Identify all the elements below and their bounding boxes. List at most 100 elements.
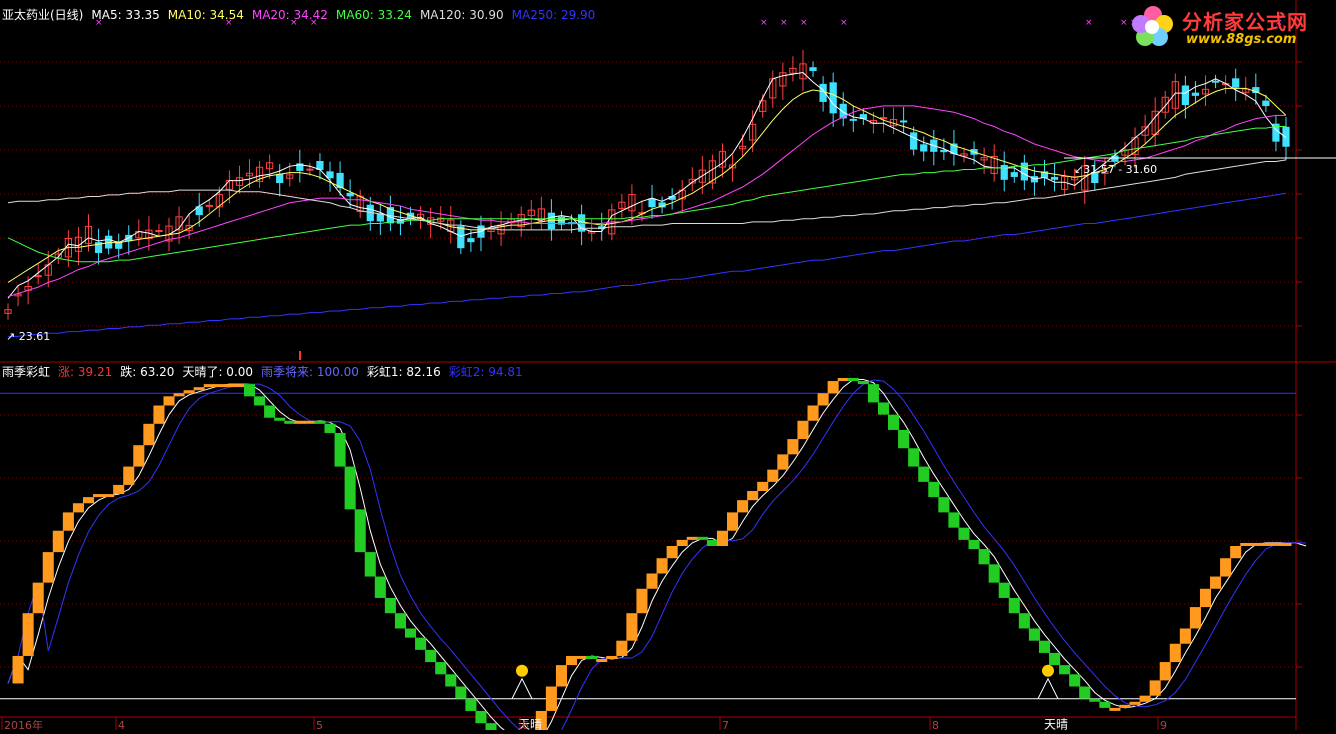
rainbow-block	[737, 500, 749, 513]
flower-icon	[1132, 6, 1173, 46]
rainbow-block	[203, 384, 215, 388]
rainbow-block	[777, 454, 789, 470]
sun-icon	[1042, 664, 1054, 677]
rainbow-block	[284, 420, 296, 424]
signal-marker: ×	[800, 18, 808, 28]
rainbow-block	[938, 497, 950, 513]
candle-body	[316, 161, 324, 170]
rainbow-block	[415, 637, 427, 650]
rainbow-block	[133, 445, 145, 467]
ma-line-ma5	[7, 71, 1287, 299]
candle-body	[648, 198, 656, 208]
ma10-label: MA10: 34.54	[167, 8, 244, 22]
x-tick-label: 5	[316, 719, 323, 730]
rainbow-block	[465, 698, 477, 711]
rainbow-block	[163, 396, 175, 406]
rainbow-block	[555, 665, 567, 687]
ma120-label: MA120: 30.90	[419, 8, 504, 22]
signal-marker: ×	[1120, 18, 1128, 28]
rainbow-block	[334, 432, 346, 467]
rainbow-block	[1189, 607, 1201, 629]
rainbow-block	[1099, 701, 1111, 708]
rainbow-block	[696, 536, 708, 540]
sunny-peak	[511, 677, 533, 699]
rainbow2-label: 彩虹2: 94.81	[448, 365, 523, 379]
rainbow-block	[1028, 628, 1040, 641]
rainbow-block	[1079, 686, 1091, 699]
rainbow-block	[354, 509, 366, 553]
rainbow-block	[143, 423, 155, 446]
rainbow-block	[908, 448, 920, 467]
rainbow-block	[1008, 597, 1020, 614]
rainbow-block	[1270, 542, 1282, 546]
rainbow-block	[1038, 640, 1051, 653]
indicator-title: 雨季彩虹	[2, 365, 51, 379]
rainbow-block	[565, 655, 578, 666]
x-tick-label: 6	[522, 719, 529, 730]
rainbow-block	[1069, 674, 1081, 687]
rainbow-block	[103, 494, 115, 498]
rainbow-block	[1260, 542, 1272, 546]
candle-body	[457, 226, 465, 249]
rainbow-block	[294, 420, 306, 424]
rainbow-block	[1199, 588, 1212, 608]
candle-body	[376, 213, 384, 222]
rainbow-block	[1089, 698, 1101, 702]
rainy-label: 雨季将来: 100.00	[261, 365, 359, 379]
rainbow-block	[988, 564, 1000, 583]
rainbow-block	[948, 512, 960, 528]
rainbow-block	[767, 469, 779, 482]
rainbow-block	[968, 539, 980, 550]
rainbow-block	[1280, 542, 1292, 546]
ma60-label: MA60: 33.24	[335, 8, 412, 22]
sunny-text: 天晴	[1044, 718, 1068, 730]
rainbow-block	[757, 481, 769, 492]
chart-stage: ↗ 23.61↙31.57 - 31.60××××××××××××天晴天晴201…	[0, 0, 1336, 734]
ma20-label: MA20: 34.42	[251, 8, 328, 22]
rainbow-block	[404, 628, 417, 638]
rainbow-block	[978, 549, 990, 565]
candle-body	[1050, 176, 1059, 180]
rainbow-block	[1179, 628, 1191, 644]
candle-body	[1191, 92, 1200, 96]
rainbow-block	[545, 686, 557, 711]
rainbow-block	[1220, 558, 1232, 577]
candle-body	[326, 171, 334, 179]
rainbow-block	[928, 481, 940, 498]
x-tick-label: 8	[932, 719, 939, 730]
candle-body	[346, 192, 354, 197]
rainbow-block	[1149, 680, 1161, 696]
rainbow-block	[22, 613, 34, 656]
candle-body	[920, 144, 928, 152]
logo-url: www.88gs.com	[1186, 32, 1297, 47]
rainbow-block	[827, 381, 839, 394]
price-range-label: ↙31.57 - 31.60	[1074, 163, 1157, 176]
rainbow-block	[52, 530, 64, 553]
sunny-label: 天晴了: 0.00	[182, 365, 254, 379]
indicator-legend: 雨季彩虹 涨: 39.21 跌: 63.20 天晴了: 0.00 雨季将来: 100.0…	[2, 365, 531, 379]
sun-icon	[516, 664, 528, 677]
site-logo: 分析家公式网 www.88gs.com	[1128, 4, 1328, 50]
rainbow-block	[32, 582, 44, 614]
rainbow-block	[304, 420, 316, 424]
ma250-label: MA250: 29.90	[511, 8, 596, 22]
rainbow2-line	[7, 379, 1307, 734]
candle-body	[1262, 100, 1270, 107]
rainbow-block	[1059, 665, 1071, 675]
ma5-label: MA5: 33.35	[91, 8, 160, 22]
logo-title: 分析家公式网	[1182, 10, 1308, 34]
rainbow-block	[877, 402, 890, 415]
rainbow-block	[1129, 701, 1141, 705]
rainbow-block	[455, 686, 467, 699]
rainbow-block	[898, 429, 910, 449]
rainbow-block	[243, 384, 256, 397]
rainbow-block	[998, 582, 1010, 598]
rainbow-block	[686, 536, 698, 540]
rainbow-block	[394, 613, 406, 629]
rainbow-block	[817, 393, 829, 406]
candle-body	[155, 230, 163, 233]
rainbow-block	[1049, 652, 1061, 666]
candle-body	[1211, 80, 1220, 83]
candle-body	[899, 120, 908, 123]
x-tick-label: 2016年	[4, 718, 43, 730]
